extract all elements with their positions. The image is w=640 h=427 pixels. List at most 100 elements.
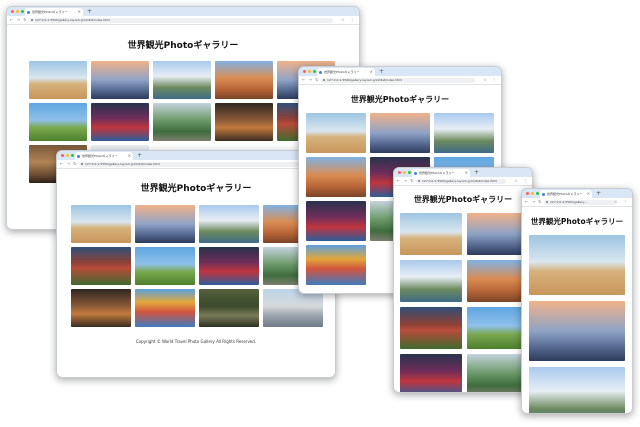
favicon-icon (77, 154, 80, 158)
photo-eiffel-tower[interactable] (529, 301, 625, 361)
tab-title: 世界観光Photoギャラリー (32, 10, 68, 14)
photo-florence[interactable] (306, 157, 366, 197)
photo-windmill[interactable] (135, 247, 195, 285)
close-tab-icon[interactable]: × (78, 8, 81, 16)
photo-windmill[interactable] (467, 307, 529, 349)
browser-tab[interactable]: 世界観光Photoギャラリー × (75, 152, 133, 160)
page-title: 世界観光Photoギャラリー (413, 195, 513, 204)
tab-title: 世界観光Photoギャラリー (82, 154, 118, 158)
close-tab-icon[interactable]: × (128, 152, 131, 160)
photo-times-square[interactable] (400, 354, 462, 392)
photo-taj-mahal[interactable] (199, 205, 259, 243)
toolbar-icons[interactable]: ☆ ⋮ (483, 76, 498, 84)
photo-volcano-field[interactable] (400, 307, 462, 349)
close-tab-icon[interactable]: × (587, 190, 590, 198)
browser-tab[interactable]: 世界観光Photoギャラリー × (412, 169, 470, 177)
url-field[interactable]: 127.0.0.1:5500/gallery-layout-grid/dist/… (29, 17, 333, 23)
close-tab-icon[interactable]: × (465, 169, 468, 177)
toolbar-icons[interactable]: ☆ ⋮ (614, 198, 629, 206)
tab-bar: 世界観光Photoギャラリー × + (7, 7, 359, 16)
photo-taj-mahal[interactable] (434, 113, 494, 153)
photo-temple-spires[interactable] (263, 289, 323, 327)
photo-eiffel-tower[interactable] (91, 61, 149, 99)
favicon-icon (319, 70, 322, 74)
url-field[interactable]: 127.0.0.1:5500/gallery-layout-grid/dist/… (416, 178, 506, 184)
window-controls[interactable] (11, 10, 24, 13)
window-controls[interactable] (398, 171, 411, 174)
tab-bar: 世界観光Photoギャラリー × + (57, 151, 335, 160)
photo-kyoto-street[interactable] (71, 289, 131, 327)
photo-times-square[interactable] (91, 103, 149, 141)
browser-tab[interactable]: 世界観光Photoギャラリー × (317, 68, 375, 76)
window-controls[interactable] (526, 192, 539, 195)
browser-tab[interactable]: 世界観光Photoギャラリー × (25, 8, 83, 16)
photo-colorful-town[interactable] (306, 245, 366, 285)
tab-title: 世界観光Photoギャラリー (324, 70, 360, 74)
browser-window-laptop: 世界観光Photoギャラリー × + ← → ↻ 127.0.0.1:5500/g… (56, 150, 336, 378)
address-bar: ← → ↻ 127.0.0.1:5500/gallery-layout-grid… (7, 16, 359, 25)
photo-eiffel-tower[interactable] (135, 205, 195, 243)
close-tab-icon[interactable]: × (370, 68, 373, 76)
nav-buttons[interactable]: ← → ↻ (525, 198, 543, 206)
photo-pyramids[interactable] (29, 61, 87, 99)
photo-times-square[interactable] (199, 247, 259, 285)
photo-taj-mahal[interactable] (529, 367, 625, 413)
address-bar: ← → ↻ 127.0.0.1:5500/gallery... ☆ ⋮ (522, 198, 632, 207)
new-tab-icon[interactable]: + (87, 7, 92, 16)
photo-taj-mahal[interactable] (153, 61, 211, 99)
url-field[interactable]: 127.0.0.1:5500/gallery-layout-grid/dist/… (79, 161, 309, 167)
page-title: 世界観光Photoギャラリー (530, 217, 624, 226)
photo-florence[interactable] (467, 260, 529, 302)
nav-buttons[interactable]: ← → ↻ (302, 76, 320, 84)
photo-machu-picchu[interactable] (467, 354, 529, 392)
photo-volcano-field[interactable] (71, 247, 131, 285)
nav-buttons[interactable]: ← → ↻ (10, 16, 28, 24)
toolbar-icons[interactable]: ☆ ⋮ (514, 177, 529, 185)
window-controls[interactable] (61, 154, 74, 157)
url-text: 127.0.0.1:5500/gallery-layout-grid/dist/… (422, 178, 498, 183)
photo-grid (529, 235, 632, 413)
photo-jungle[interactable] (199, 289, 259, 327)
photo-grid (400, 213, 532, 392)
window-controls[interactable] (303, 70, 316, 73)
tab-bar: 世界観光Photoギャラリー × + (394, 168, 532, 177)
photo-grid (71, 205, 335, 327)
new-tab-icon[interactable]: + (379, 67, 384, 76)
photo-kyoto-street[interactable] (215, 103, 273, 141)
url-text: 127.0.0.1:5500/gallery-layout-grid/dist/… (327, 77, 403, 82)
favicon-icon (542, 192, 545, 196)
new-tab-icon[interactable]: + (474, 168, 479, 177)
info-icon (546, 201, 548, 203)
photo-florence[interactable] (215, 61, 273, 99)
tab-bar: 世界観光Photoギャラリー × + (299, 67, 501, 76)
photo-pyramids[interactable] (529, 235, 625, 295)
photo-pyramids[interactable] (400, 213, 462, 255)
nav-buttons[interactable]: ← → ↻ (60, 160, 78, 168)
photo-colorful-town[interactable] (135, 289, 195, 327)
photo-machu-picchu[interactable] (153, 103, 211, 141)
new-tab-icon[interactable]: + (596, 189, 601, 198)
nav-buttons[interactable]: ← → ↻ (397, 177, 415, 185)
photo-pyramids[interactable] (306, 113, 366, 153)
photo-eiffel-tower[interactable] (467, 213, 529, 255)
favicon-icon (27, 10, 30, 14)
browser-window-tablet-portrait: 世界観光Photoギャラリー × + ← → ↻ 127.0.0.1:5500/g… (393, 167, 533, 393)
photo-pyramids[interactable] (71, 205, 131, 243)
photo-taj-mahal[interactable] (400, 260, 462, 302)
photo-eiffel-tower[interactable] (370, 113, 430, 153)
info-icon (81, 163, 83, 165)
url-field[interactable]: 127.0.0.1:5500/gallery-layout-grid/dist/… (321, 77, 475, 83)
info-icon (31, 19, 33, 21)
favicon-icon (414, 171, 417, 175)
toolbar-icons[interactable]: ☆ ⋮ (341, 16, 356, 24)
new-tab-icon[interactable]: + (137, 151, 142, 160)
photo-times-square-2[interactable] (306, 201, 366, 241)
url-field[interactable]: 127.0.0.1:5500/gallery... (544, 199, 616, 205)
page-title: 世界観光Photoギャラリー (127, 41, 239, 51)
page-title: 世界観光Photoギャラリー (140, 184, 252, 194)
info-icon (323, 79, 325, 81)
browser-tab[interactable]: 世界観光Photoギャラリー × (540, 190, 592, 198)
address-bar: ← → ↻ 127.0.0.1:5500/gallery-layout-grid… (394, 177, 532, 186)
photo-windmill[interactable] (29, 103, 87, 141)
address-bar: ← → ↻ 127.0.0.1:5500/gallery-layout-grid… (57, 160, 335, 169)
